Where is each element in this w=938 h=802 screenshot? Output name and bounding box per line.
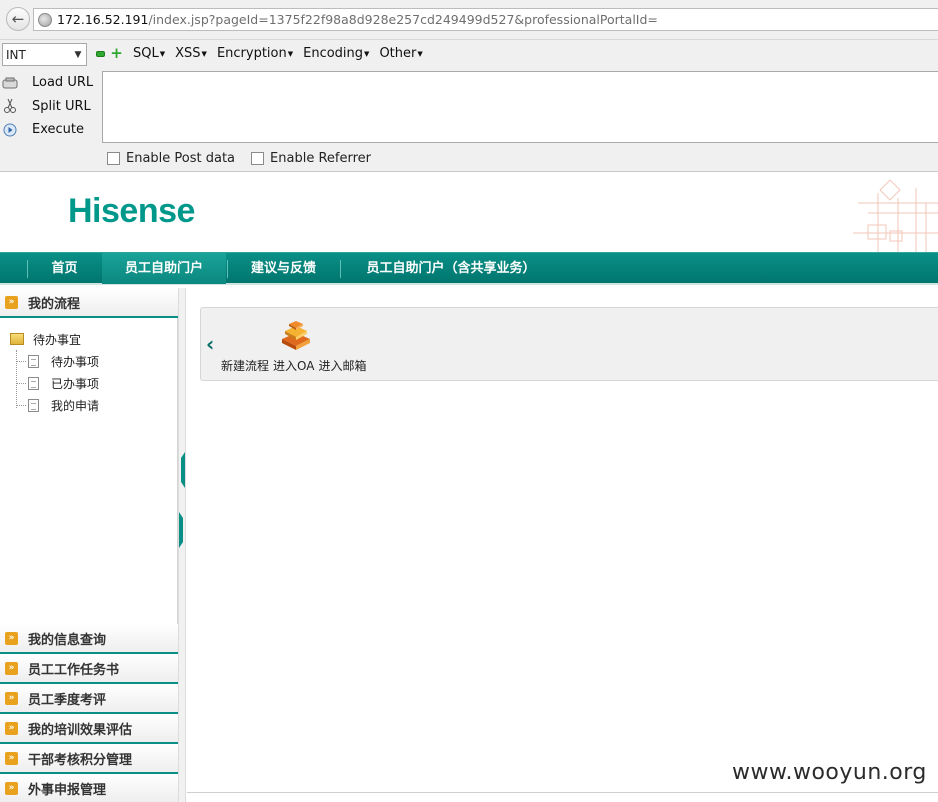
double-chevron-icon: » xyxy=(5,631,18,645)
execute-label: Execute xyxy=(32,122,84,138)
back-arrow-icon: ← xyxy=(11,10,25,28)
tree-item-done[interactable]: 已办事项 xyxy=(0,372,178,394)
sidebar-section-label: 我的流程 xyxy=(28,296,81,312)
hackbar-actions: Load URL Split URL Execute xyxy=(0,71,100,142)
sidebar: » 我的流程 待办事宜 待办事项 已办事项 我的申请 » 我的信息查询 » 员工… xyxy=(0,288,178,802)
sidebar-section-cadre-points[interactable]: » 干部考核积分管理 xyxy=(0,744,178,774)
sidebar-section-my-process[interactable]: » 我的流程 xyxy=(0,288,178,318)
header-decoration xyxy=(853,179,938,252)
panel-links: 新建流程 进入OA 进入邮箱 xyxy=(221,357,366,374)
menu-xss[interactable]: XSS▼ xyxy=(175,46,207,61)
menu-encryption[interactable]: Encryption▼ xyxy=(217,46,293,61)
url-textarea[interactable] xyxy=(102,71,938,143)
sidebar-section-label: 干部考核积分管理 xyxy=(28,752,133,768)
hackbar-toolbar: INT ▼ + SQL▼ XSS▼ Encryption▼ Encoding▼ … xyxy=(0,40,938,172)
collapse-left-icon[interactable] xyxy=(179,452,185,488)
url-host: 172.16.52.191 xyxy=(57,12,149,27)
type-select-value: INT xyxy=(6,47,26,62)
menu-other[interactable]: Other▼ xyxy=(379,46,422,61)
double-chevron-icon: » xyxy=(5,781,18,795)
nav-feedback[interactable]: 建议与反馈 xyxy=(228,253,339,284)
expand-right-icon[interactable] xyxy=(179,512,185,548)
process-tree: 待办事宜 待办事项 已办事项 我的申请 xyxy=(0,328,178,416)
sidebar-section-quarterly-review[interactable]: » 员工季度考评 xyxy=(0,684,178,714)
sidebar-section-label: 员工季度考评 xyxy=(28,692,107,708)
type-select[interactable]: INT ▼ xyxy=(2,43,87,66)
double-chevron-icon: » xyxy=(5,751,18,765)
nav-employee-portal[interactable]: 员工自助门户 xyxy=(102,253,226,284)
tree-root-label: 待办事宜 xyxy=(33,332,82,347)
tree-connector xyxy=(16,383,26,384)
increase-icon[interactable]: + xyxy=(110,46,123,61)
scissors-icon xyxy=(2,98,18,114)
globe-icon xyxy=(38,12,52,27)
books-icon[interactable] xyxy=(278,319,314,351)
checkbox-box[interactable] xyxy=(107,152,120,165)
watermark: www.wooyun.org xyxy=(732,760,927,785)
tree-item-label: 已办事项 xyxy=(51,376,100,391)
document-icon xyxy=(28,376,39,390)
split-url-label: Split URL xyxy=(32,98,91,114)
sidebar-section-info-query[interactable]: » 我的信息查询 xyxy=(0,624,178,654)
tree-connector xyxy=(16,350,17,408)
menu-sql[interactable]: SQL▼ xyxy=(133,46,165,61)
sidebar-section-label: 员工工作任务书 xyxy=(28,662,120,678)
tree-connector xyxy=(16,361,26,362)
enter-oa-link[interactable]: 进入OA xyxy=(273,357,314,374)
play-icon xyxy=(2,122,18,138)
tree-item-label: 待办事项 xyxy=(51,354,100,369)
double-chevron-icon: » xyxy=(5,661,18,675)
checkbox-box[interactable] xyxy=(251,152,265,165)
enable-referrer-checkbox[interactable]: Enable Referrer xyxy=(251,151,371,166)
sidebar-section-label: 外事申报管理 xyxy=(28,782,107,798)
chevron-down-icon: ▼ xyxy=(74,49,82,60)
enter-mail-link[interactable]: 进入邮箱 xyxy=(318,357,366,374)
tree-item-pending[interactable]: 待办事项 xyxy=(0,350,178,372)
enable-post-data-label: Enable Post data xyxy=(126,151,236,166)
double-chevron-icon: » xyxy=(5,295,18,309)
main-content: ‹ 新建流程 进入OA 进入邮箱 xyxy=(187,288,938,802)
menu-encoding[interactable]: Encoding▼ xyxy=(303,46,369,61)
load-url-icon xyxy=(2,75,18,91)
document-icon xyxy=(28,354,39,368)
content-bottom-border xyxy=(187,792,938,793)
nav-home[interactable]: 首页 xyxy=(28,253,101,284)
nav-employee-portal-shared[interactable]: 员工自助门户（含共享业务） xyxy=(341,253,561,284)
main-nav: 首页 员工自助门户 建议与反馈 员工自助门户（含共享业务） xyxy=(0,252,938,285)
hackbar-options: Enable Post data Enable Referrer xyxy=(107,151,371,166)
sidebar-splitter[interactable] xyxy=(178,288,186,802)
tree-connector xyxy=(16,405,26,406)
execute-button[interactable]: Execute xyxy=(0,118,100,142)
new-process-link[interactable]: 新建流程 xyxy=(221,357,269,374)
split-url-button[interactable]: Split URL xyxy=(0,95,100,119)
double-chevron-icon: » xyxy=(5,721,18,735)
quick-links-panel: ‹ 新建流程 进入OA 进入邮箱 xyxy=(200,307,938,381)
url-field[interactable]: 172.16.52.191/index.jsp?pageId=1375f22f9… xyxy=(33,8,938,31)
sidebar-section-task-book[interactable]: » 员工工作任务书 xyxy=(0,654,178,684)
load-url-label: Load URL xyxy=(32,75,94,91)
url-path: /index.jsp?pageId=1375f22f98a8d928e257cd… xyxy=(148,12,658,27)
tree-item-my-requests[interactable]: 我的申请 xyxy=(0,394,178,416)
document-icon xyxy=(28,398,39,412)
sidebar-section-foreign-affairs[interactable]: » 外事申报管理 xyxy=(0,774,178,802)
double-chevron-icon: » xyxy=(5,691,18,705)
browser-address-bar: ← 172.16.52.191/index.jsp?pageId=1375f22… xyxy=(0,0,938,40)
chevron-left-icon[interactable]: ‹ xyxy=(206,332,214,356)
back-button[interactable]: ← xyxy=(6,7,30,31)
enable-referrer-label: Enable Referrer xyxy=(270,151,371,166)
tree-item-label: 我的申请 xyxy=(51,398,100,413)
sidebar-section-label: 我的培训效果评估 xyxy=(28,722,133,738)
hisense-logo: Hisense xyxy=(68,192,195,230)
enable-post-data-checkbox[interactable]: Enable Post data xyxy=(107,151,235,166)
hackbar-menus: SQL▼ XSS▼ Encryption▼ Encoding▼ Other▼ xyxy=(133,46,423,61)
sidebar-section-training-eval[interactable]: » 我的培训效果评估 xyxy=(0,714,178,744)
portal-header: Hisense xyxy=(0,173,938,252)
sidebar-section-label: 我的信息查询 xyxy=(28,632,107,648)
load-url-button[interactable]: Load URL xyxy=(0,71,100,95)
decrease-icon[interactable] xyxy=(96,51,105,57)
folder-icon xyxy=(10,333,24,345)
tree-item-todo[interactable]: 待办事宜 xyxy=(0,328,178,350)
